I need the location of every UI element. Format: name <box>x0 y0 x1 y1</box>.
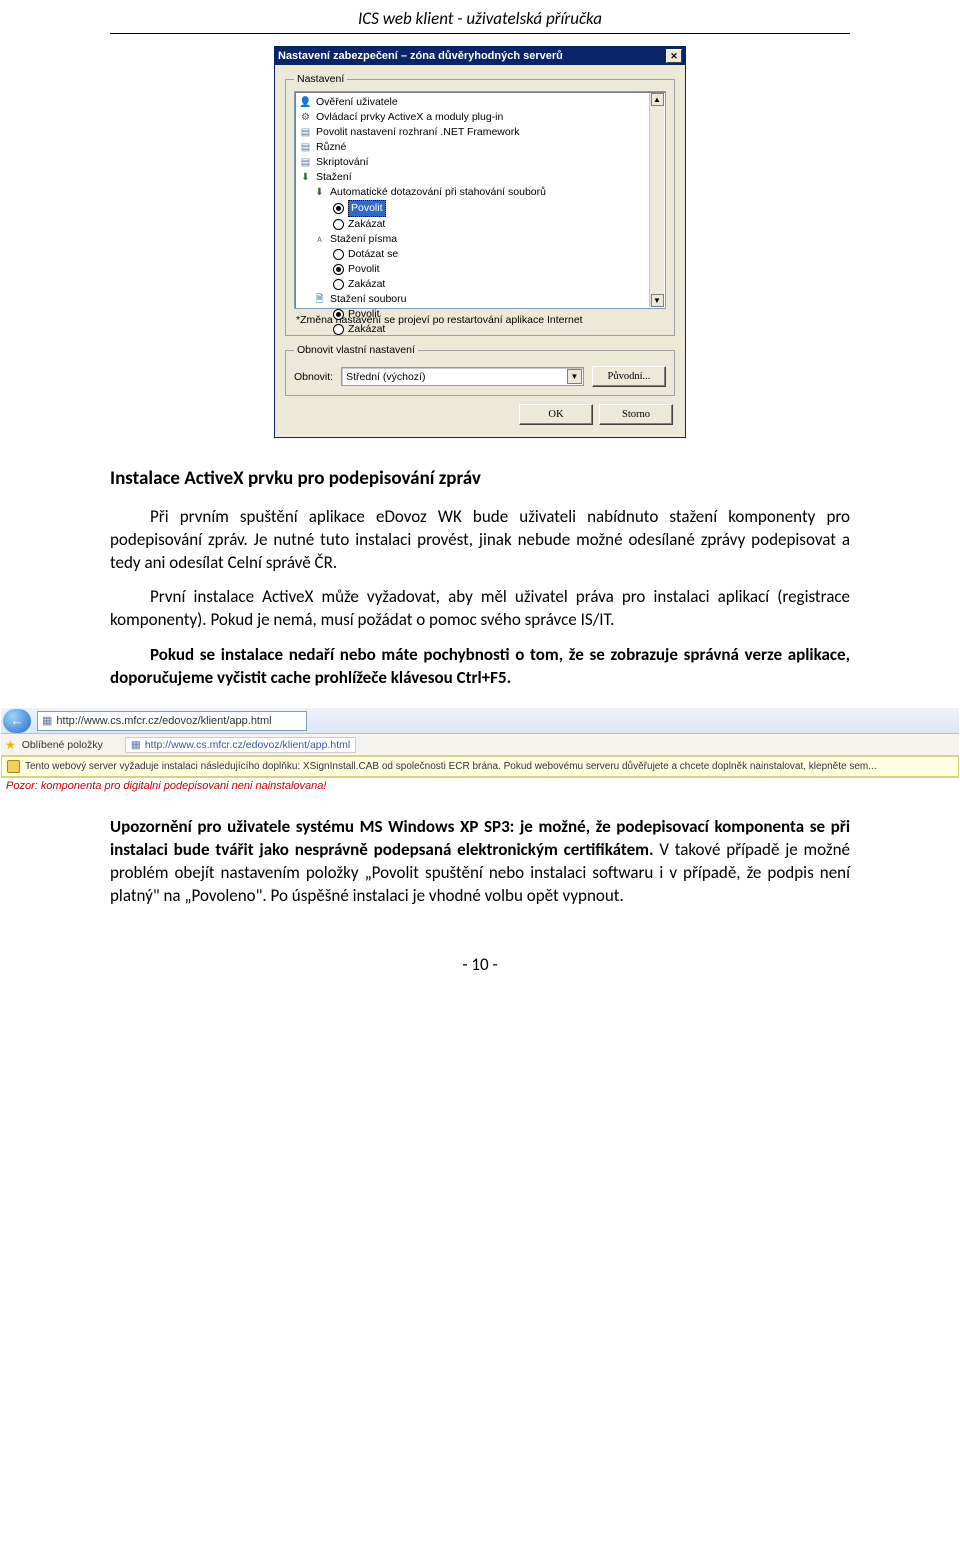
tree-label: Ověření uživatele <box>316 95 398 110</box>
tree-row[interactable]: ▤ Různé <box>299 140 663 155</box>
down-icon: ⬇ <box>299 171 312 184</box>
ie-infobar[interactable]: Tento webový server vyžaduje instalaci n… <box>1 756 959 777</box>
scrollbar[interactable]: ▲ ▼ <box>649 93 664 307</box>
page-number: - 10 - <box>0 920 960 985</box>
document-body: Instalace ActiveX prvku pro podepisování… <box>0 466 960 690</box>
reset-button[interactable]: Původní... <box>592 366 666 387</box>
favorite-link[interactable]: ▦ http://www.cs.mfcr.cz/edovoz/klient/ap… <box>125 737 356 753</box>
scroll-up-icon[interactable]: ▲ <box>651 93 664 106</box>
back-icon[interactable]: ← <box>3 709 31 733</box>
chevron-down-icon[interactable]: ▼ <box>567 369 582 384</box>
tree-row[interactable]: Zakázat <box>299 277 663 292</box>
reset-level-value: Střední (výchozí) <box>346 371 425 383</box>
page-icon: ▦ <box>131 739 141 751</box>
tree-label: Zakázat <box>348 322 385 337</box>
close-icon[interactable]: ✕ <box>666 49 682 63</box>
font-icon: ᴀ <box>313 233 326 246</box>
favorites-label: Oblíbené položky <box>22 739 103 751</box>
tree-label: Automatické dotazování při stahování sou… <box>330 185 546 200</box>
user-icon: 👤 <box>299 96 312 109</box>
reset-level-select[interactable]: Střední (výchozí) ▼ <box>341 367 584 386</box>
settings-tree[interactable]: 👤 Ověření uživatele ⚙ Ovládací prvky Active… <box>294 91 666 309</box>
settings-group: Nastavení 👤 Ověření uživatele ⚙ Ovládací pr… <box>285 73 675 336</box>
url-field[interactable]: ▦ http://www.cs.mfcr.cz/edovoz/klient/ap… <box>37 711 307 731</box>
radio-icon[interactable] <box>333 264 344 275</box>
tree-row[interactable]: 🗎 Stažení souboru <box>299 292 663 307</box>
reset-group: Obnovit vlastní nastavení Obnovit: Střed… <box>285 344 675 396</box>
tree-label: Povolit <box>348 200 386 217</box>
security-settings-dialog: Nastavení zabezpečení – zóna důvěryhodný… <box>274 46 686 438</box>
document-body: Upozornění pro uživatele systému MS Wind… <box>0 816 960 908</box>
radio-icon[interactable] <box>333 249 344 260</box>
page-icon: ▤ <box>299 156 312 169</box>
tree-label: Skriptování <box>316 155 369 170</box>
radio-icon[interactable] <box>333 324 344 335</box>
tree-label: Zakázat <box>348 277 385 292</box>
tree-row[interactable]: ⬇ Automatické dotazování při stahování so… <box>299 185 663 200</box>
tree-row[interactable]: ▤ Povolit nastavení rozhraní .NET Framewo… <box>299 125 663 140</box>
tree-label: Stažení souboru <box>330 292 406 307</box>
ie-favorites-bar: ★ Oblíbené položky ▦ http://www.cs.mfcr.… <box>1 734 959 756</box>
tree-label: Povolit <box>348 262 380 277</box>
paragraph: Upozornění pro uživatele systému MS Wind… <box>110 816 850 908</box>
page-header: ICS web klient - uživatelská příručka <box>110 0 850 34</box>
ie-address-bar: ← ▦ http://www.cs.mfcr.cz/edovoz/klient/… <box>1 708 959 734</box>
tree-row[interactable]: ⬇ Stažení <box>299 170 663 185</box>
tree-row[interactable]: Povolit <box>299 200 663 217</box>
ie-screenshot: ← ▦ http://www.cs.mfcr.cz/edovoz/klient/… <box>1 708 959 794</box>
page-icon: ▤ <box>299 141 312 154</box>
radio-icon[interactable] <box>333 203 344 214</box>
paragraph: Při prvním spuštění aplikace eDovoz WK b… <box>110 506 850 575</box>
tree-label: Různé <box>316 140 346 155</box>
tree-row[interactable]: Dotázat se <box>299 247 663 262</box>
tree-label: Povolit <box>348 307 380 322</box>
tree-row[interactable]: ᴀ Stažení písma <box>299 232 663 247</box>
shield-icon <box>7 760 20 773</box>
tree-label: Zakázat <box>348 217 385 232</box>
tree-label: Stažení <box>316 170 352 185</box>
down-icon: ⬇ <box>313 186 326 199</box>
reset-legend: Obnovit vlastní nastavení <box>294 344 418 356</box>
tree-row[interactable]: Zakázat <box>299 217 663 232</box>
url-text: http://www.cs.mfcr.cz/edovoz/klient/app.… <box>56 715 271 727</box>
tree-label: Povolit nastavení rozhraní .NET Framewor… <box>316 125 519 140</box>
star-icon[interactable]: ★ <box>5 738 16 752</box>
tree-label: Ovládací prvky ActiveX a moduly plug-in <box>316 110 503 125</box>
cancel-button[interactable]: Storno <box>599 404 673 425</box>
radio-icon[interactable] <box>333 309 344 320</box>
radio-icon[interactable] <box>333 279 344 290</box>
favorite-link-text: http://www.cs.mfcr.cz/edovoz/klient/app.… <box>145 739 350 751</box>
gear-icon: ⚙ <box>299 111 312 124</box>
tree-row[interactable]: 👤 Ověření uživatele <box>299 95 663 110</box>
tree-row[interactable]: Zakázat <box>299 322 663 337</box>
page-icon: ▦ <box>42 714 52 727</box>
tree-row[interactable]: Povolit <box>299 262 663 277</box>
page-icon: ▤ <box>299 126 312 139</box>
radio-icon[interactable] <box>333 219 344 230</box>
tree-row[interactable]: Povolit <box>299 307 663 322</box>
tree-row[interactable]: ⚙ Ovládací prvky ActiveX a moduly plug-in <box>299 110 663 125</box>
reset-label: Obnovit: <box>294 371 333 383</box>
section-heading: Instalace ActiveX prvku pro podepisování… <box>110 466 850 492</box>
settings-legend: Nastavení <box>294 73 347 85</box>
paragraph: První instalace ActiveX může vyžadovat, … <box>110 586 850 632</box>
paragraph: Pokud se instalace nedaří nebo máte poch… <box>110 644 850 690</box>
tree-label: Dotázat se <box>348 247 398 262</box>
tree-row[interactable]: ▤ Skriptování <box>299 155 663 170</box>
file-icon: 🗎 <box>313 293 326 306</box>
dialog-titlebar[interactable]: Nastavení zabezpečení – zóna důvěryhodný… <box>275 47 685 65</box>
scroll-down-icon[interactable]: ▼ <box>651 294 664 307</box>
tree-label: Stažení písma <box>330 232 397 247</box>
infobar-text: Tento webový server vyžaduje instalaci n… <box>25 761 877 772</box>
dialog-title: Nastavení zabezpečení – zóna důvěryhodný… <box>278 50 563 62</box>
ie-warning: Pozor: komponenta pro digitalni podepiso… <box>1 777 959 794</box>
ok-button[interactable]: OK <box>519 404 593 425</box>
